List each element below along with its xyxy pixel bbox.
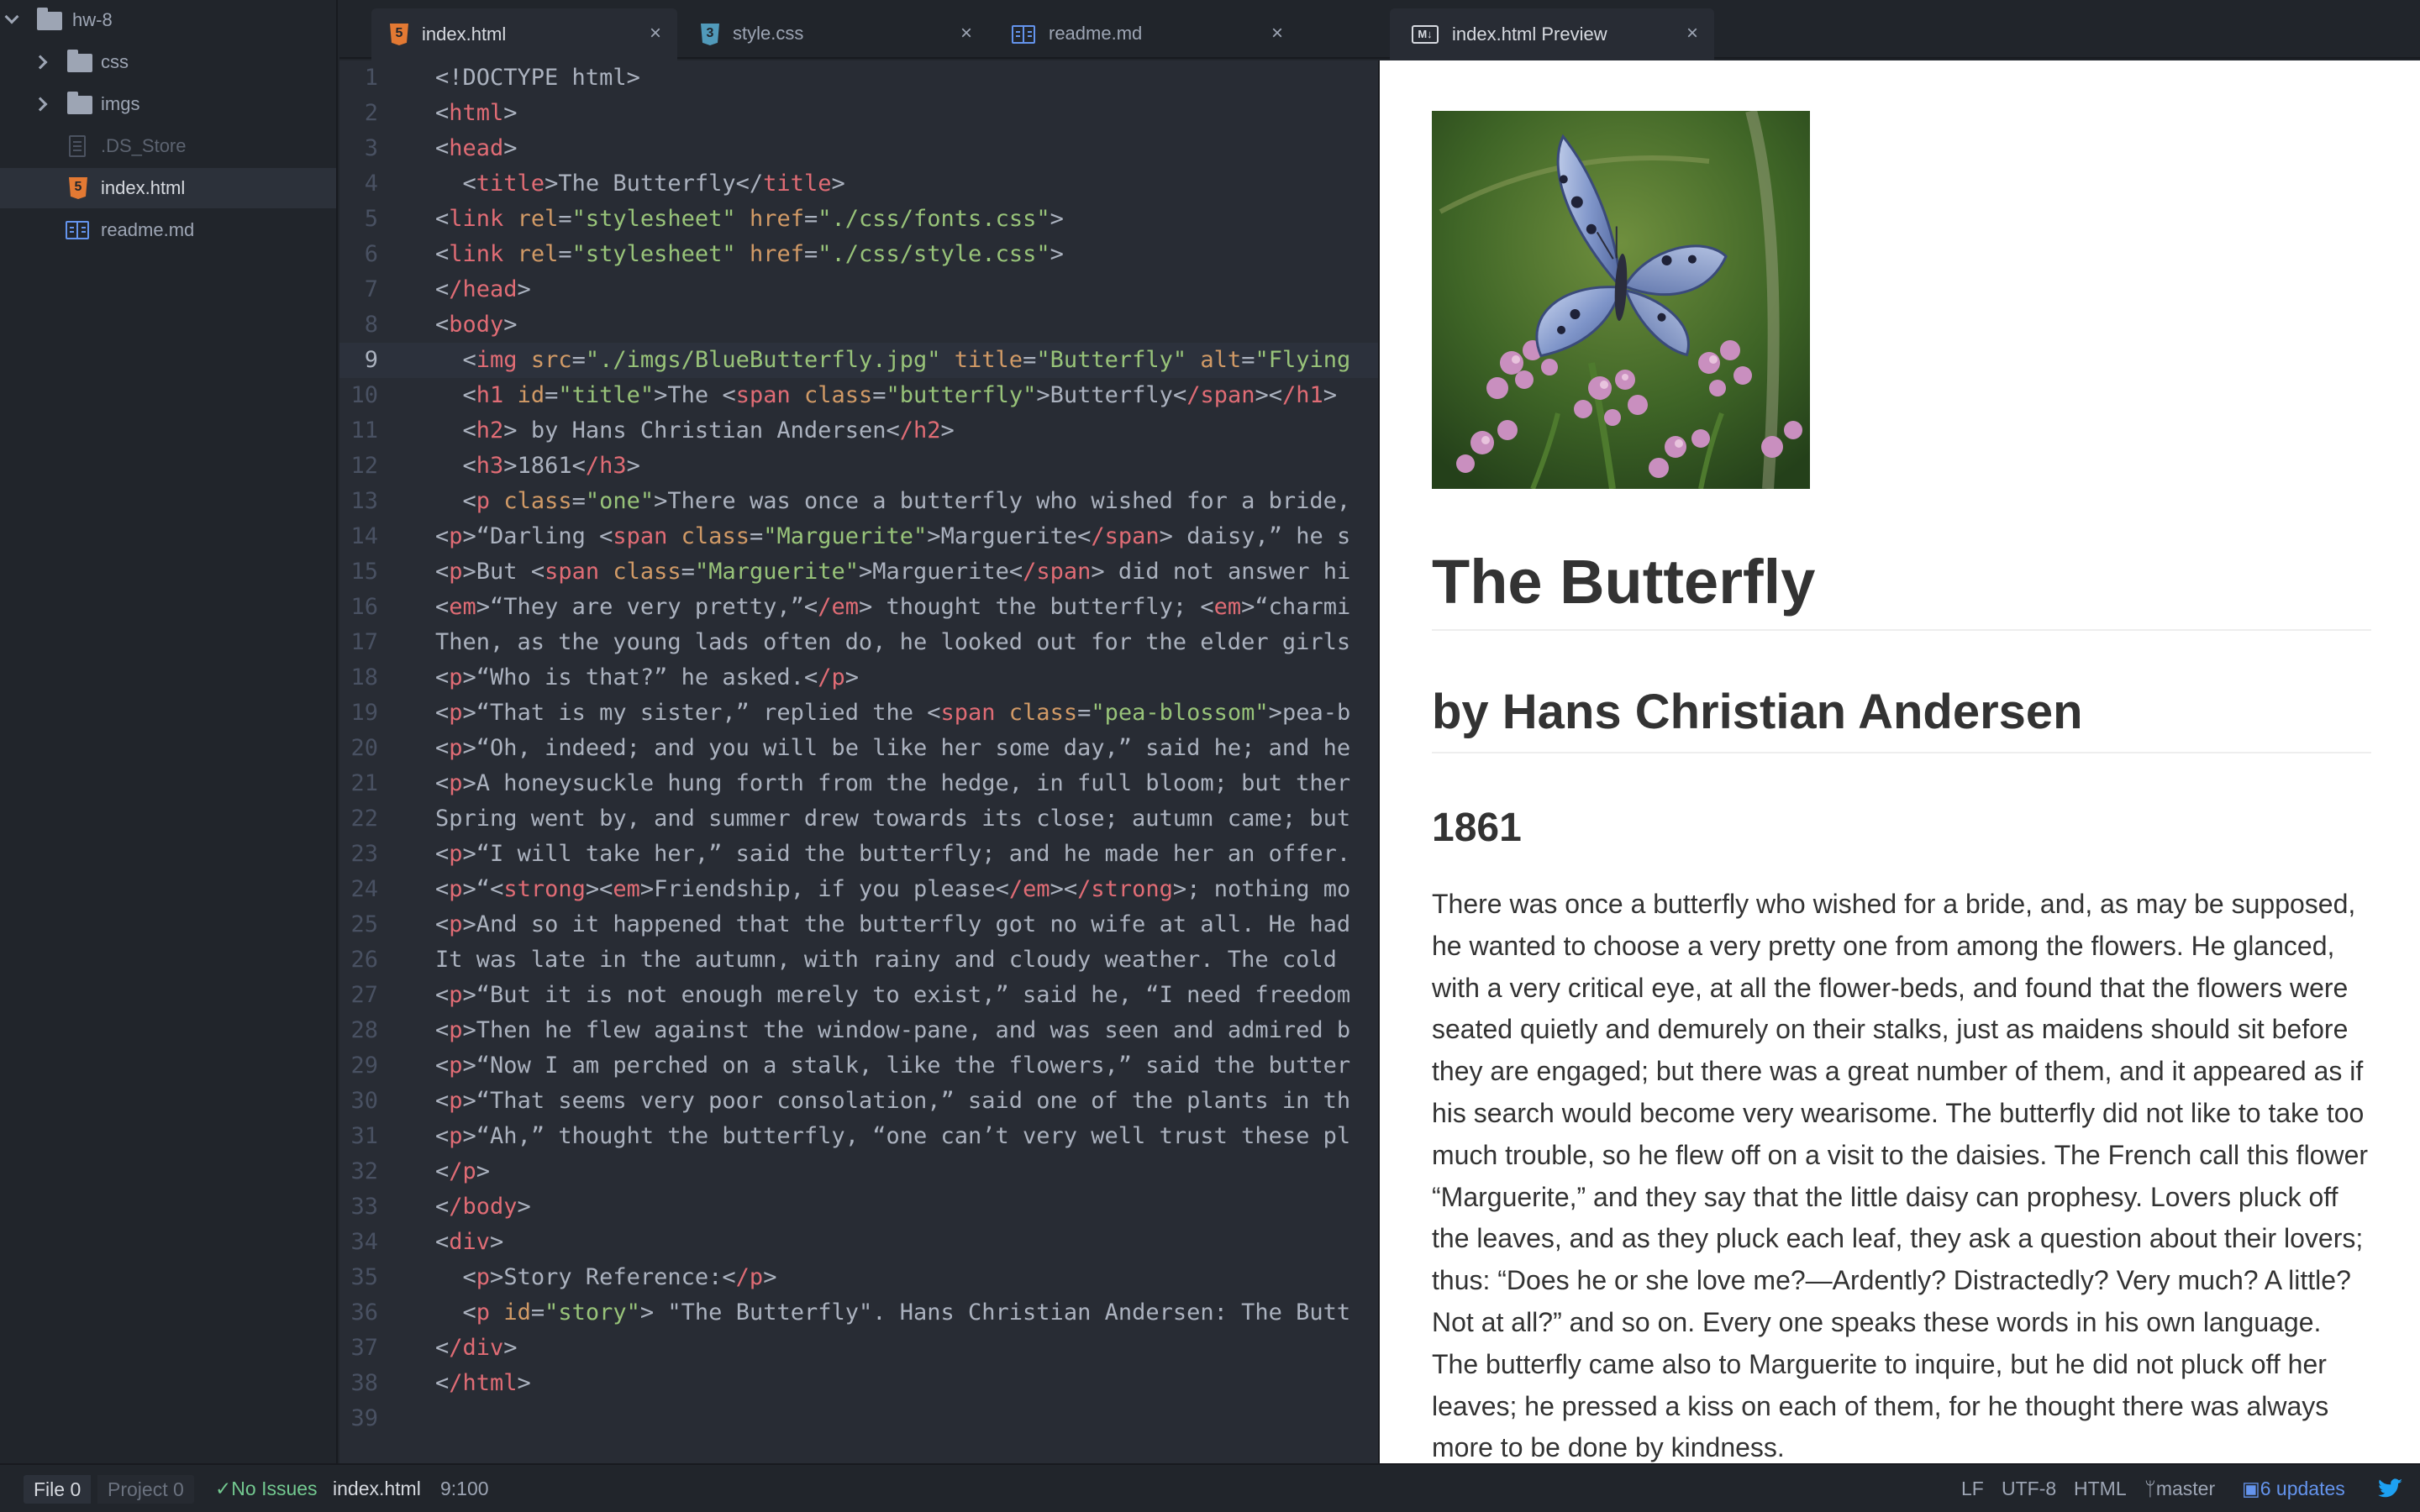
tree-item-label: .DS_Store (101, 135, 187, 156)
preview-author: by Hans Christian Andersen (1432, 684, 2371, 753)
css-file-icon (701, 24, 719, 45)
tree-view: hw-8 css imgs .DS_Store index.html readm… (0, 0, 338, 1463)
tree-item-label: css (101, 51, 129, 72)
tree-project-label: hw-8 (72, 9, 113, 30)
code-line-cursor: 9 <img src="./imgs/BlueButterfly.jpg" ti… (339, 343, 1378, 378)
html-file-icon (69, 177, 87, 199)
file-icon (69, 135, 86, 157)
close-icon[interactable]: × (1267, 24, 1287, 44)
tree-item-label: imgs (101, 93, 140, 114)
linter-status[interactable]: ✓No Issues (215, 1465, 318, 1512)
tab-readme-md[interactable]: readme.md × (990, 8, 1299, 59)
package-icon: ▣ (2242, 1478, 2260, 1499)
close-icon[interactable]: × (1682, 24, 1702, 44)
file-encoding[interactable]: UTF-8 (2002, 1465, 2056, 1512)
chevron-right-icon (33, 55, 48, 70)
tree-item-label: readme.md (101, 219, 195, 240)
tab-style-css[interactable]: style.css × (679, 8, 988, 59)
folder-icon (67, 92, 92, 114)
twitter-icon[interactable] (2378, 1478, 2403, 1499)
cursor-position[interactable]: 9:100 (440, 1465, 489, 1512)
tree-project-root[interactable]: hw-8 (0, 0, 336, 40)
git-branch[interactable]: ᛘmaster (2144, 1465, 2215, 1512)
tree-item-ds-store[interactable]: .DS_Store (0, 126, 336, 166)
tree-item-label: index.html (101, 177, 186, 198)
status-bar: File 0 Project 0 ✓No Issues index.html 9… (0, 1463, 2420, 1512)
book-icon (66, 221, 89, 239)
file-issues-tab[interactable]: File 0 (24, 1475, 92, 1504)
tab-label: style.css (733, 23, 804, 44)
close-icon[interactable]: × (645, 24, 666, 44)
project-issues-tab[interactable]: Project 0 (97, 1475, 194, 1504)
tab-label: index.html (422, 24, 507, 45)
tree-item-readme[interactable]: readme.md (0, 210, 336, 250)
tree-item-imgs[interactable]: imgs (0, 84, 336, 124)
preview-tab-bar: M↓ index.html Preview × (1378, 0, 2420, 60)
preview-year: 1861 (1432, 806, 1522, 850)
preview-paragraph: There was once a butterfly who wished fo… (1432, 889, 2369, 1463)
chevron-right-icon (33, 97, 48, 112)
preview-title: The Butterfly (1432, 546, 2371, 631)
tree-item-index-html[interactable]: index.html (0, 168, 336, 208)
chevron-down-icon (4, 9, 19, 24)
tab-label: readme.md (1049, 23, 1143, 44)
check-icon: ✓ (215, 1478, 232, 1499)
status-filename[interactable]: index.html (333, 1465, 421, 1512)
tab-label: index.html Preview (1452, 24, 1607, 45)
book-icon (1012, 25, 1035, 44)
folder-icon (67, 50, 92, 72)
grammar-selector[interactable]: HTML (2074, 1465, 2127, 1512)
butterfly-image (1432, 111, 1810, 489)
package-updates[interactable]: ▣6 updates (2242, 1465, 2345, 1512)
git-branch-icon: ᛘ (2144, 1478, 2156, 1499)
tree-item-css[interactable]: css (0, 42, 336, 82)
tab-preview[interactable]: M↓ index.html Preview × (1390, 8, 1714, 60)
close-icon[interactable]: × (956, 24, 976, 44)
line-ending[interactable]: LF (1961, 1465, 1984, 1512)
markdown-preview[interactable]: The Butterfly by Hans Christian Andersen… (1378, 60, 2420, 1463)
code-editor[interactable]: 1 <!DOCTYPE html> 2 <html> 3 <head> 4 <titl… (339, 60, 1378, 1463)
html-file-icon (390, 24, 408, 45)
folder-icon (37, 8, 62, 30)
tab-index-html[interactable]: index.html × (371, 8, 677, 60)
markdown-icon: M↓ (1412, 25, 1439, 44)
editor-tab-bar: index.html × style.css × readme.md × (339, 0, 1378, 60)
